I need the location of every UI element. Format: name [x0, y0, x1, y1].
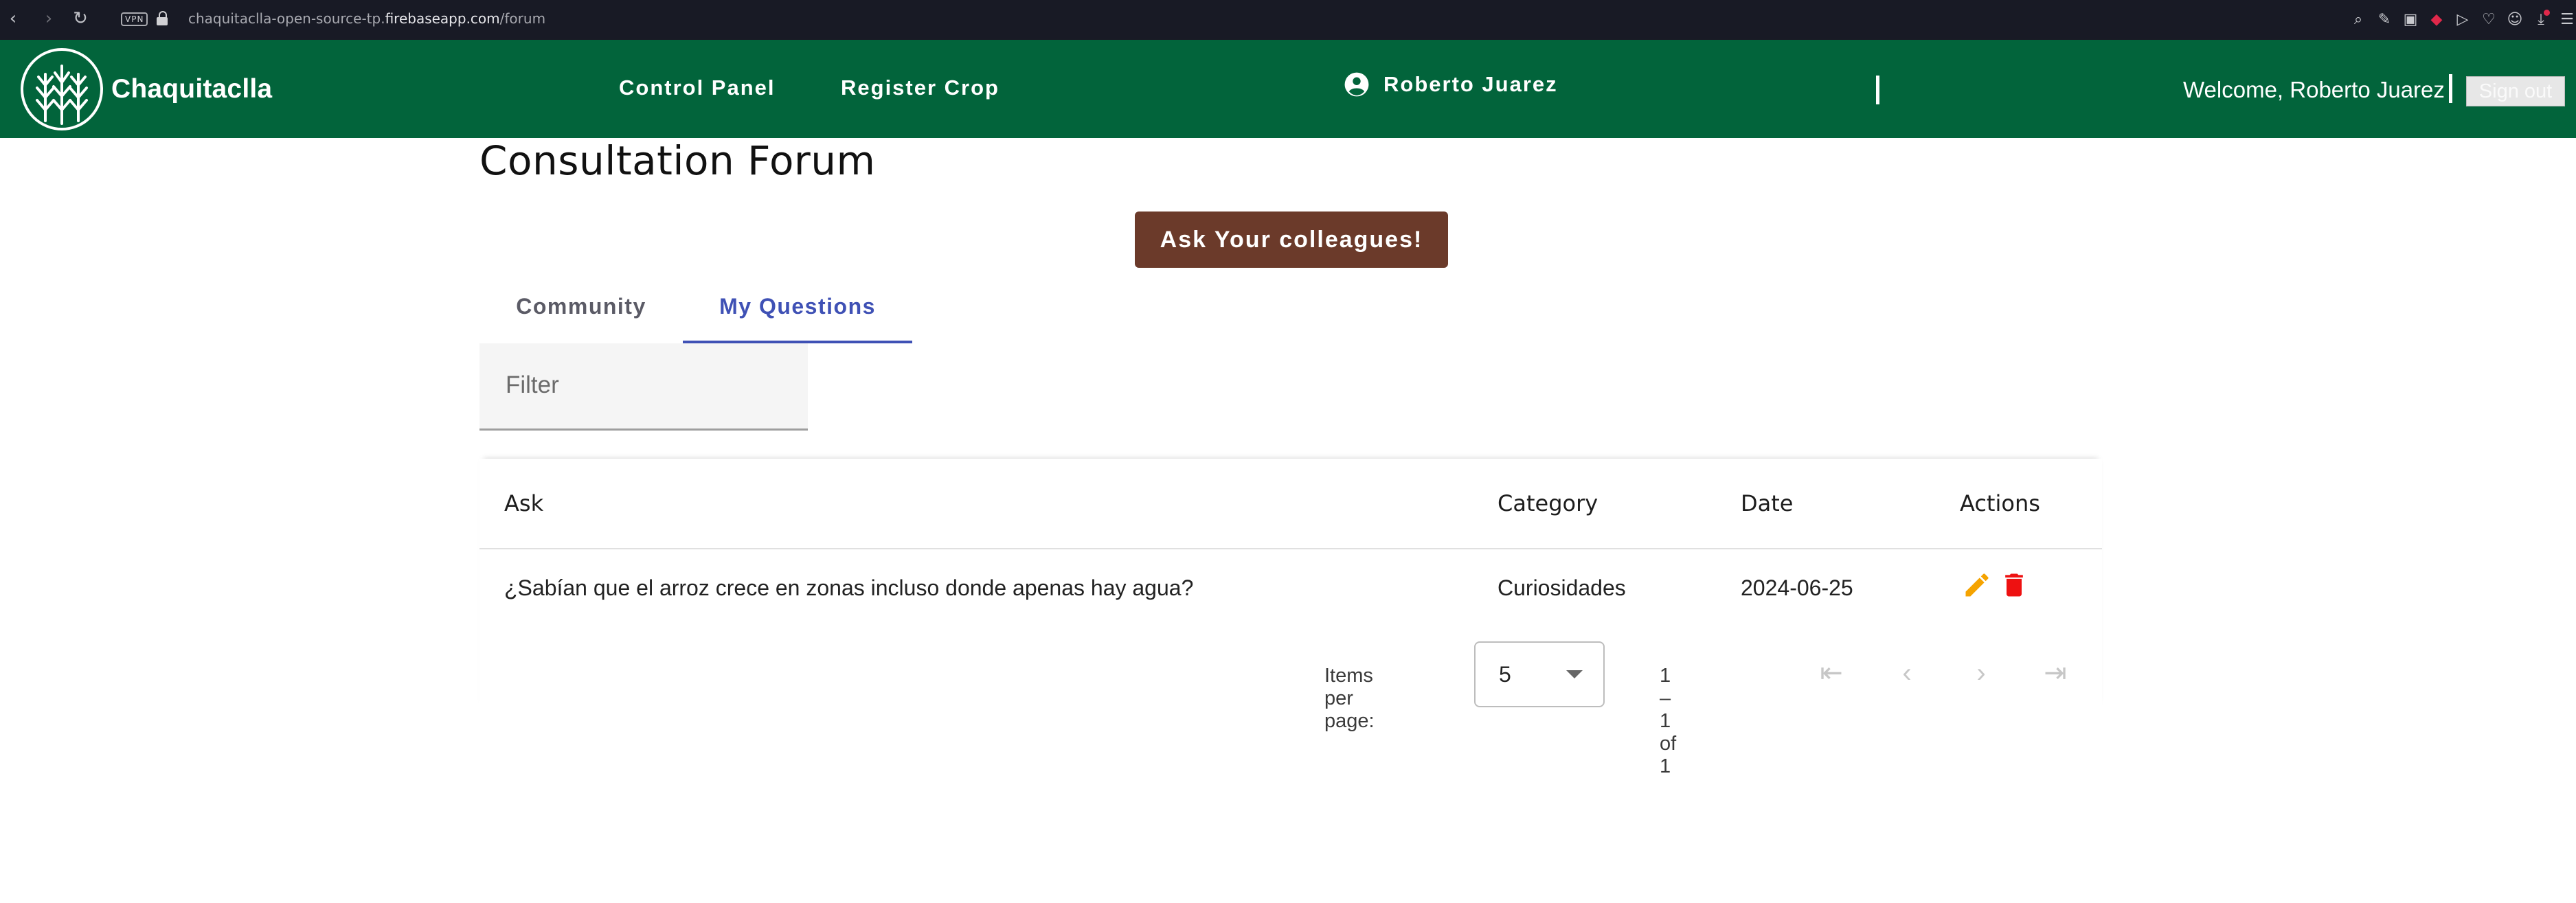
- first-page-icon[interactable]: ⇤: [1816, 658, 1846, 688]
- dropdown-arrow-icon: [1566, 670, 1583, 678]
- nav-control-panel[interactable]: Control Panel: [619, 76, 776, 100]
- app-header: Chaquitaclla Control Panel Register Crop…: [0, 40, 2576, 138]
- filter-field[interactable]: [479, 343, 808, 431]
- sign-out-button[interactable]: Sign out: [2466, 76, 2565, 106]
- column-header-actions: Actions: [1960, 490, 2040, 516]
- tab-my-questions-label: My Questions: [719, 294, 876, 319]
- zoom-icon[interactable]: ⌕: [2349, 11, 2367, 29]
- browser-toolbar: ‹ › ↻ VPN chaquitaclla-open-source-tp.fi…: [0, 0, 2576, 40]
- tab-community[interactable]: Community: [479, 280, 683, 343]
- menu-icon[interactable]: ☰: [2558, 11, 2576, 29]
- address-bar[interactable]: chaquitaclla-open-source-tp.firebaseapp.…: [188, 10, 545, 27]
- browser-extension-icons: ⌕ ✎ ▣ ◆ ▷ ♡ ☺ ⤓ ☰: [2349, 7, 2576, 33]
- row-actions: [1962, 569, 2029, 602]
- header-divider: [1876, 76, 1879, 104]
- lock-icon[interactable]: [157, 11, 168, 25]
- url-path: /forum: [499, 10, 546, 27]
- last-page-icon[interactable]: ⇥: [2040, 658, 2070, 688]
- camera-icon[interactable]: ▣: [2402, 11, 2419, 29]
- previous-page-icon[interactable]: ‹: [1892, 658, 1922, 688]
- column-header-date: Date: [1741, 490, 1794, 516]
- wheat-logo-icon[interactable]: [19, 47, 104, 132]
- welcome-text: Welcome, Roberto Juarez: [2183, 77, 2445, 102]
- vpn-badge[interactable]: VPN: [121, 12, 148, 26]
- send-icon[interactable]: ▷: [2454, 11, 2472, 29]
- page-title: Consultation Forum: [479, 137, 876, 184]
- cell-category: Curiosidades: [1498, 575, 1626, 600]
- edit-icon[interactable]: [1962, 569, 1992, 602]
- range-label: 1 – 1 of 1: [1660, 665, 1677, 777]
- cell-date: 2024-06-25: [1741, 575, 1853, 600]
- heart-icon[interactable]: ♡: [2480, 11, 2498, 29]
- user-name: Roberto Juarez: [1383, 72, 1558, 96]
- forward-icon[interactable]: ›: [40, 8, 58, 29]
- tab-my-questions[interactable]: My Questions: [683, 280, 912, 343]
- shield-icon[interactable]: ◆: [2428, 11, 2445, 29]
- reload-icon[interactable]: ↻: [71, 8, 89, 29]
- items-per-page-select[interactable]: 5: [1474, 641, 1605, 707]
- cell-ask: ¿Sabían que el arroz crece en zonas incl…: [504, 575, 1194, 600]
- back-icon[interactable]: ‹: [4, 8, 22, 29]
- filter-input[interactable]: [504, 371, 782, 400]
- items-per-page-label: Items per page:: [1324, 665, 1375, 732]
- url-host: firebaseapp.com: [385, 10, 500, 27]
- user-menu[interactable]: Roberto Juarez: [1344, 71, 1558, 98]
- header-row-divider: [479, 548, 2102, 549]
- questions-table: Ask Category Date Actions ¿Sabían que el…: [479, 459, 2102, 777]
- delete-icon[interactable]: [1999, 569, 2029, 602]
- column-header-category: Category: [1498, 490, 1598, 516]
- items-per-page-value: 5: [1499, 662, 1511, 687]
- url-prefix: chaquitaclla-open-source-tp.: [188, 10, 385, 27]
- column-header-ask: Ask: [504, 490, 544, 516]
- edit-page-icon[interactable]: ✎: [2375, 11, 2393, 29]
- next-page-icon[interactable]: ›: [1966, 658, 1996, 688]
- header-divider: [2449, 74, 2452, 103]
- brand-name[interactable]: Chaquitaclla: [111, 74, 272, 104]
- nav-register-crop[interactable]: Register Crop: [841, 76, 999, 100]
- download-icon[interactable]: ⤓: [2532, 10, 2550, 29]
- account-circle-icon: [1344, 72, 1369, 97]
- ask-colleagues-button[interactable]: Ask Your colleagues!: [1135, 212, 1448, 268]
- profile-icon[interactable]: ☺: [2506, 11, 2524, 29]
